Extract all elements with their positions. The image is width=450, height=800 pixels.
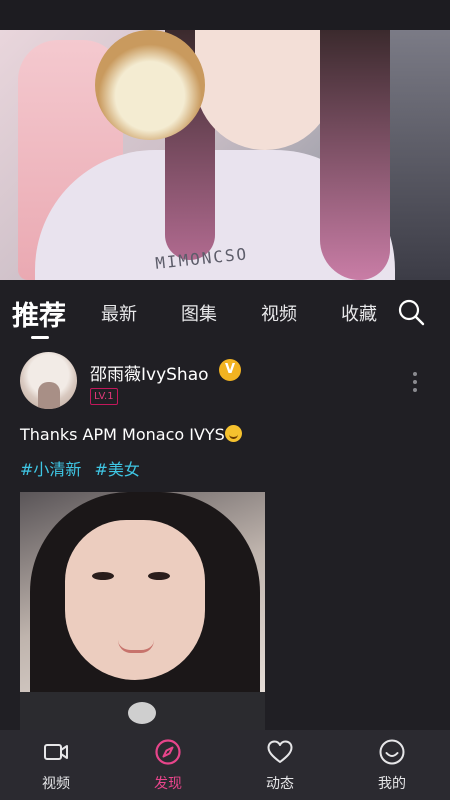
tab-albums[interactable]: 图集 xyxy=(181,300,217,326)
dot-icon xyxy=(413,380,417,384)
nav-profile[interactable]: 我的 xyxy=(336,730,448,800)
status-bar xyxy=(0,0,450,30)
dot-icon xyxy=(413,372,417,376)
username[interactable]: 邵雨薇IvyShao xyxy=(90,360,209,385)
video-icon xyxy=(44,744,68,760)
photo-eye-right xyxy=(148,572,170,580)
compass-icon xyxy=(155,739,181,765)
hashtag-list: #小清新 #美女 xyxy=(20,456,148,480)
nav-feed[interactable]: 动态 xyxy=(224,730,336,800)
tab-videos[interactable]: 视频 xyxy=(261,300,297,326)
nav-video[interactable]: 视频 xyxy=(0,730,112,800)
caption-text: Thanks APM Monaco IVYS xyxy=(20,425,225,444)
verified-badge-icon: V xyxy=(219,359,241,381)
level-badge: LV.1 xyxy=(90,388,118,405)
tab-recommended[interactable]: 推荐 xyxy=(12,294,66,333)
plush-toy xyxy=(95,30,205,140)
tab-favorites[interactable]: 收藏 xyxy=(341,300,377,326)
nav-label: 我的 xyxy=(378,776,406,792)
face xyxy=(195,30,335,150)
nav-discover[interactable]: 发现 xyxy=(112,730,224,800)
heart-icon xyxy=(267,740,293,763)
bottom-navigation: 视频 发现 动态 我的 xyxy=(0,730,450,800)
dot-icon xyxy=(413,388,417,392)
hashtag-beauty[interactable]: #美女 xyxy=(95,460,140,479)
nav-label: 发现 xyxy=(154,776,182,792)
search-icon xyxy=(398,299,425,326)
hashtag-fresh[interactable]: #小清新 xyxy=(20,460,81,479)
category-tabs: 推荐 最新 图集 视频 收藏 xyxy=(0,280,450,340)
feed-post: 邵雨薇IvyShao V LV.1 Thanks APM Monaco IVYS… xyxy=(0,340,450,730)
smile-icon xyxy=(379,739,405,765)
post-caption: Thanks APM Monaco IVYS xyxy=(20,425,242,444)
post-photo[interactable] xyxy=(20,492,265,730)
tab-latest[interactable]: 最新 xyxy=(101,300,137,326)
photo-face xyxy=(65,520,205,680)
avatar[interactable] xyxy=(20,352,77,409)
heart-pendant xyxy=(128,702,156,724)
hair-right xyxy=(320,30,390,280)
nav-label: 视频 xyxy=(42,776,70,792)
nav-label: 动态 xyxy=(266,776,294,792)
photo-eye-left xyxy=(92,572,114,580)
hero-banner-image[interactable]: MIMONCSO xyxy=(0,30,450,280)
more-options-button[interactable] xyxy=(408,372,422,394)
grinning-emoji-icon xyxy=(224,425,242,442)
active-tab-indicator xyxy=(31,336,49,339)
search-button[interactable] xyxy=(397,298,427,328)
